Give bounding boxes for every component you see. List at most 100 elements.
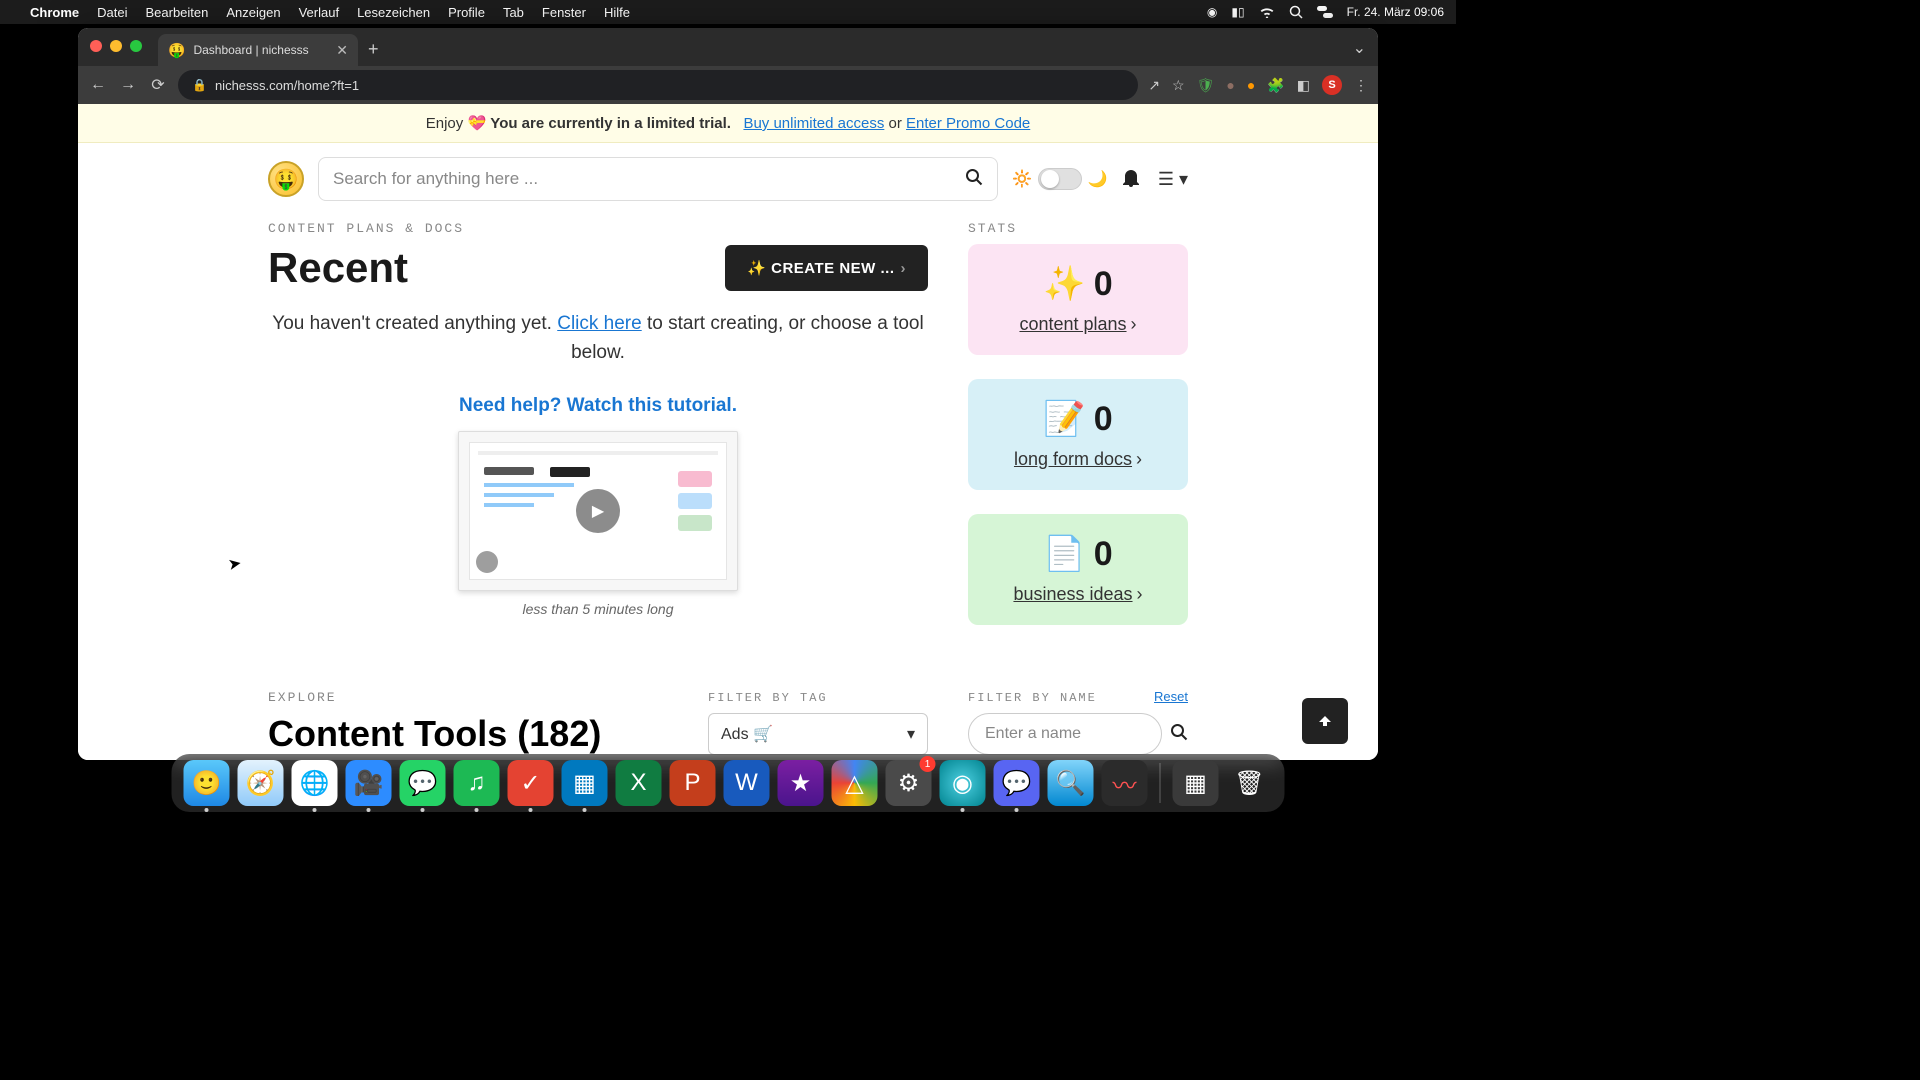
- dock-trello[interactable]: ▦: [562, 760, 608, 806]
- bookmark-star-icon[interactable]: ☆: [1172, 77, 1185, 94]
- chevron-right-icon: ›: [1137, 584, 1143, 605]
- sidepanel-icon[interactable]: ◧: [1297, 77, 1310, 94]
- tab-favicon-icon: 🤑: [168, 42, 185, 59]
- back-button[interactable]: ←: [88, 76, 108, 94]
- menu-bearbeiten[interactable]: Bearbeiten: [145, 5, 208, 20]
- menu-anzeigen[interactable]: Anzeigen: [226, 5, 280, 20]
- filter-name-input[interactable]: Enter a name: [968, 713, 1162, 755]
- dock-safari[interactable]: 🧭: [238, 760, 284, 806]
- menu-hilfe[interactable]: Hilfe: [604, 5, 630, 20]
- banner-prefix: Enjoy: [426, 115, 468, 132]
- stats-eyebrow: STATS: [968, 221, 1188, 236]
- dock-trash[interactable]: 🗑: [1227, 760, 1273, 806]
- menu-tab[interactable]: Tab: [503, 5, 524, 20]
- tutorial-link[interactable]: Need help? Watch this tutorial.: [268, 395, 928, 417]
- minimize-window-button[interactable]: [110, 40, 122, 52]
- fullscreen-window-button[interactable]: [130, 40, 142, 52]
- dock-whatsapp[interactable]: 💬: [400, 760, 446, 806]
- extension-icon[interactable]: ●: [1247, 77, 1255, 93]
- control-center-icon[interactable]: [1317, 6, 1333, 18]
- tutorial-video-thumbnail[interactable]: ▶: [458, 431, 738, 591]
- app-topbar: 🤑 Search for anything here ... 🔆 🌙 ☰ ▾: [268, 143, 1188, 215]
- share-icon[interactable]: ↗: [1148, 77, 1160, 94]
- theme-toggle[interactable]: [1038, 168, 1082, 190]
- banner-bold: You are currently in a limited trial.: [490, 115, 731, 132]
- stat-value: 0: [1094, 400, 1113, 439]
- create-new-button[interactable]: ✨ CREATE NEW ... ›: [725, 245, 928, 291]
- stat-value: 0: [1094, 265, 1113, 304]
- tabs-overflow-icon[interactable]: ⌄: [1353, 38, 1366, 58]
- dock-launchpad[interactable]: ▦: [1173, 760, 1219, 806]
- memo-icon: 📝: [1043, 399, 1085, 439]
- stat-card-business-ideas[interactable]: 📄0 business ideas ›: [968, 514, 1188, 625]
- main-menu-icon[interactable]: ☰ ▾: [1158, 169, 1188, 190]
- filter-tag-value: Ads 🛒: [721, 724, 773, 744]
- menubar-clock[interactable]: Fr. 24. März 09:06: [1347, 5, 1444, 19]
- extension-shield-icon[interactable]: 🛡: [1197, 77, 1215, 94]
- browser-tab[interactable]: 🤑 Dashboard | nichesss ✕: [158, 34, 358, 66]
- forward-button[interactable]: →: [118, 76, 138, 94]
- chrome-window: 🤑 Dashboard | nichesss ✕ + ⌄ ← → ⟳ 🔒 nic…: [78, 28, 1378, 760]
- menu-profile[interactable]: Profile: [448, 5, 485, 20]
- scroll-to-top-button[interactable]: [1302, 698, 1348, 744]
- macos-menubar: Chrome Datei Bearbeiten Anzeigen Verlauf…: [0, 0, 1456, 24]
- profile-avatar[interactable]: S: [1322, 75, 1342, 95]
- dock-chrome[interactable]: 🌐: [292, 760, 338, 806]
- menu-fenster[interactable]: Fenster: [542, 5, 586, 20]
- wifi-icon[interactable]: [1259, 6, 1275, 18]
- filter-name-placeholder: Enter a name: [985, 725, 1081, 743]
- dock-zoom[interactable]: 🎥: [346, 760, 392, 806]
- stat-card-content-plans[interactable]: ✨0 content plans ›: [968, 244, 1188, 355]
- dock-settings[interactable]: ⚙1: [886, 760, 932, 806]
- tab-title: Dashboard | nichesss: [193, 43, 308, 57]
- video-caption: less than 5 minutes long: [268, 601, 928, 617]
- notifications-bell-icon[interactable]: [1122, 167, 1140, 192]
- empty-pre: You haven't created anything yet.: [272, 313, 557, 334]
- menu-datei[interactable]: Datei: [97, 5, 127, 20]
- new-tab-button[interactable]: +: [368, 39, 379, 60]
- dock-discord[interactable]: 💬: [994, 760, 1040, 806]
- menu-lesezeichen[interactable]: Lesezeichen: [357, 5, 430, 20]
- buy-unlimited-link[interactable]: Buy unlimited access: [743, 115, 884, 132]
- search-placeholder: Search for anything here ...: [333, 169, 538, 189]
- tab-close-icon[interactable]: ✕: [336, 42, 348, 59]
- screenrec-icon[interactable]: ◉: [1207, 5, 1217, 19]
- dock-finder[interactable]: 🙂: [184, 760, 230, 806]
- dock-voicememos[interactable]: 〰: [1102, 760, 1148, 806]
- extensions-puzzle-icon[interactable]: 🧩: [1267, 77, 1284, 94]
- stat-label: business ideas: [1013, 584, 1132, 604]
- search-icon[interactable]: [965, 168, 983, 191]
- search-input[interactable]: Search for anything here ...: [318, 157, 998, 201]
- theme-moon-icon: 🌙: [1088, 169, 1108, 189]
- dock-excel[interactable]: X: [616, 760, 662, 806]
- stat-card-long-form-docs[interactable]: 📝0 long form docs ›: [968, 379, 1188, 490]
- dock-powerpoint[interactable]: P: [670, 760, 716, 806]
- enter-promo-link[interactable]: Enter Promo Code: [906, 115, 1030, 132]
- stat-label: content plans: [1019, 314, 1126, 334]
- dock-app[interactable]: ◉: [940, 760, 986, 806]
- reload-button[interactable]: ⟳: [148, 75, 168, 95]
- dock-imovie[interactable]: ★: [778, 760, 824, 806]
- page-content: Enjoy 💝 You are currently in a limited t…: [78, 104, 1378, 760]
- extension-icon[interactable]: ●: [1226, 77, 1234, 93]
- address-bar[interactable]: 🔒 nichesss.com/home?ft=1: [178, 70, 1138, 100]
- battery-icon[interactable]: ▮▯: [1231, 5, 1244, 19]
- dock-drive[interactable]: △: [832, 760, 878, 806]
- dock-word[interactable]: W: [724, 760, 770, 806]
- menubar-app-name[interactable]: Chrome: [30, 5, 79, 20]
- menu-verlauf[interactable]: Verlauf: [299, 5, 339, 20]
- chrome-menu-icon[interactable]: ⋮: [1354, 77, 1368, 94]
- banner-or: or: [889, 115, 907, 132]
- close-window-button[interactable]: [90, 40, 102, 52]
- dock-spotify[interactable]: ♫: [454, 760, 500, 806]
- filter-tag-select[interactable]: Ads 🛒 ▾: [708, 713, 928, 755]
- spotlight-icon[interactable]: [1289, 5, 1303, 19]
- reset-filter-link[interactable]: Reset: [1154, 689, 1188, 704]
- filter-name-label: FILTER BY NAME: [968, 691, 1097, 705]
- click-here-link[interactable]: Click here: [557, 313, 641, 334]
- dock-todoist[interactable]: ✓: [508, 760, 554, 806]
- search-icon[interactable]: [1170, 723, 1188, 746]
- section-eyebrow: CONTENT PLANS & DOCS: [268, 221, 928, 236]
- dock-app[interactable]: 🔍: [1048, 760, 1094, 806]
- app-logo-icon[interactable]: 🤑: [268, 161, 304, 197]
